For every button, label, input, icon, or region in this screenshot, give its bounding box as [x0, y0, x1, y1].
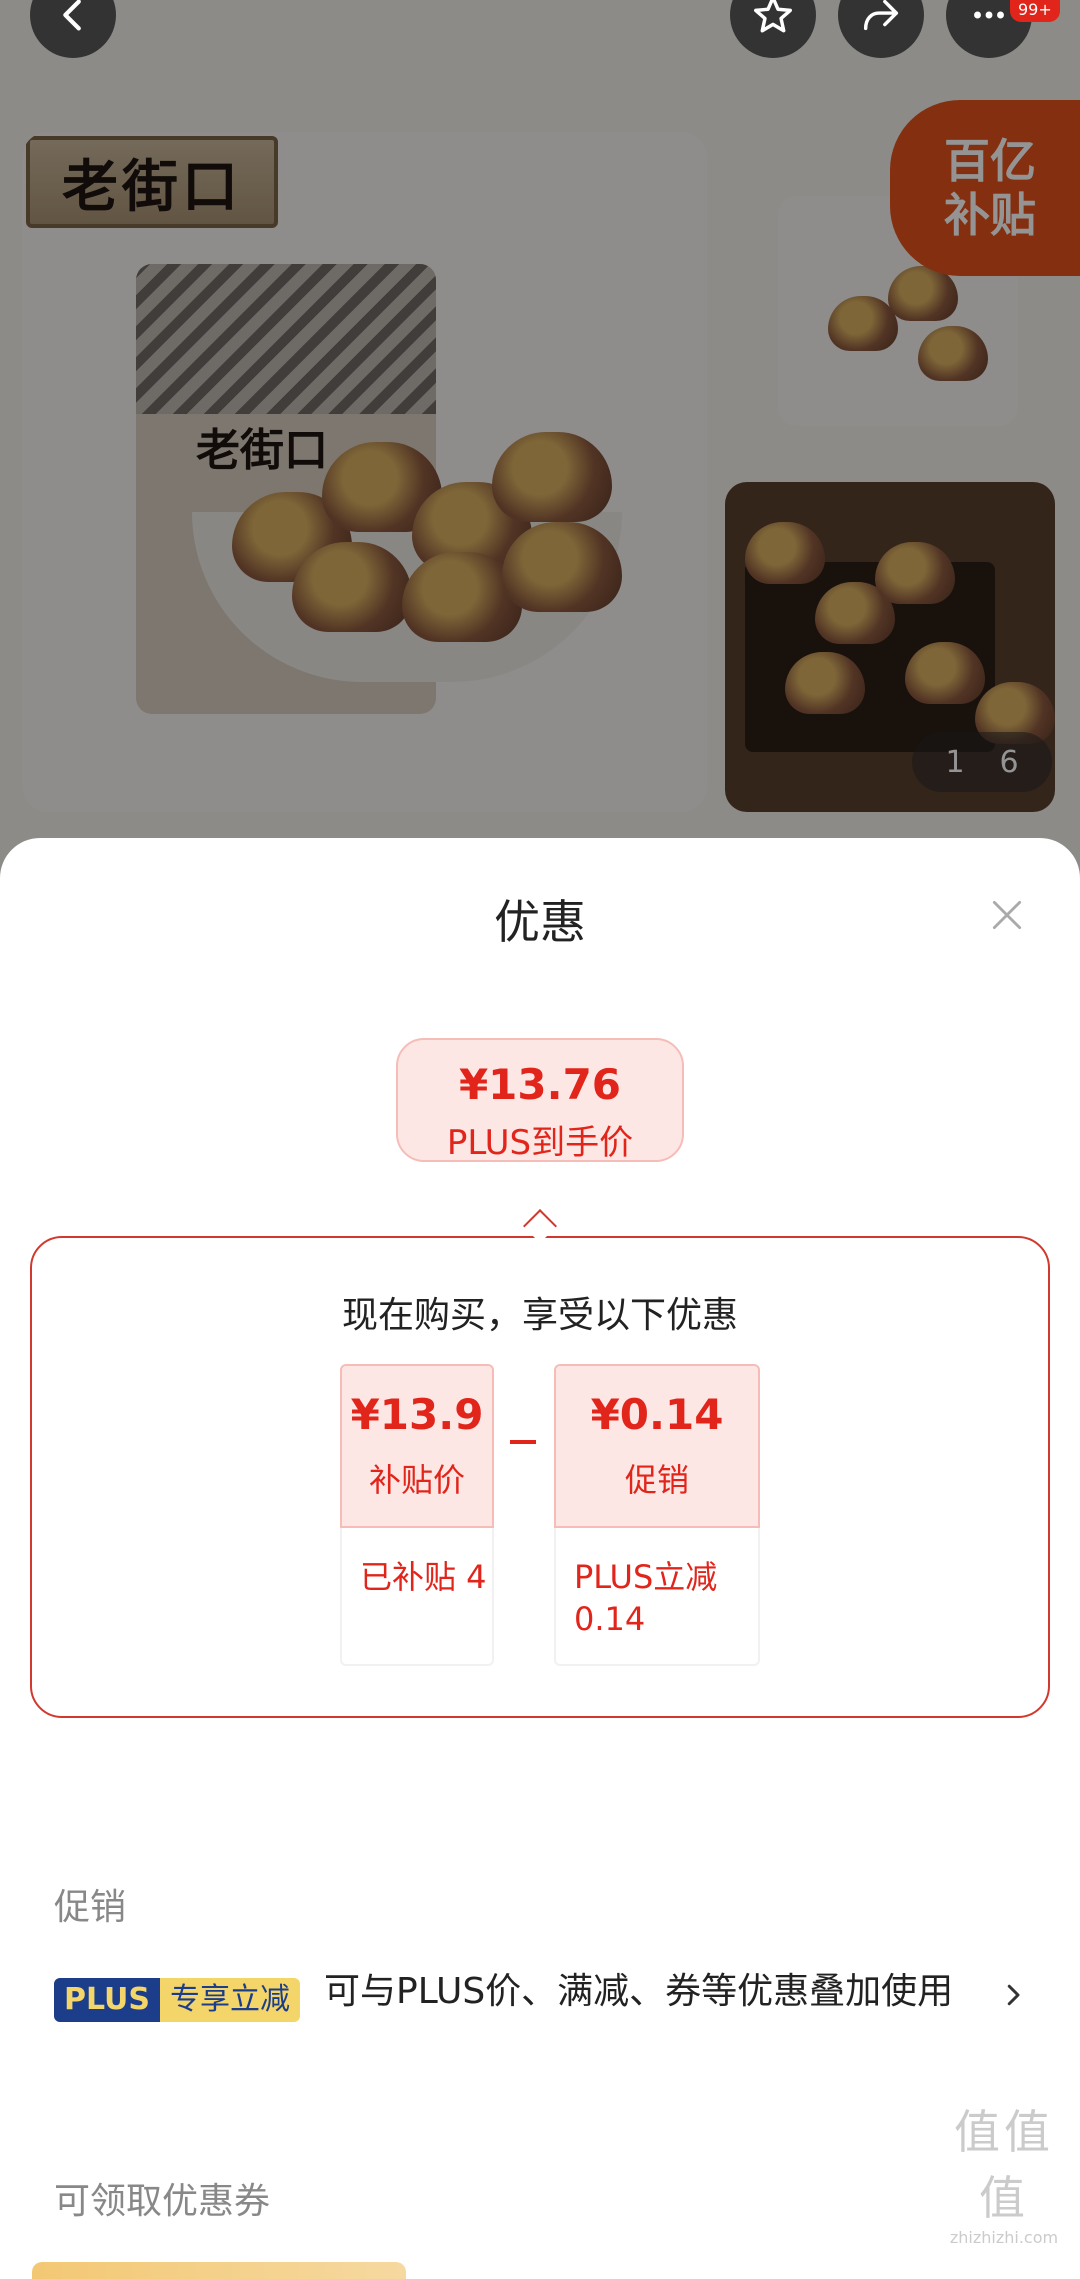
close-button[interactable]: [982, 890, 1032, 940]
final-price-label: PLUS到手价: [446, 1123, 634, 1163]
breakdown-item-promotion: ¥0.14 促销 PLUS立减 0.14: [554, 1364, 760, 1666]
promotions-heading: 促销: [54, 1887, 127, 1928]
promotion-value: ¥0.14: [590, 1390, 724, 1439]
minus-sign: [510, 1440, 536, 1444]
subsidy-price-label: 补贴价: [368, 1461, 465, 1499]
subsidy-price-value: ¥13.9: [350, 1390, 484, 1439]
breakdown-item-subsidy-price: ¥13.9 补贴价 已补贴 4: [340, 1364, 494, 1666]
discount-sheet: 优惠 ¥13.76 PLUS到手价 现在购买，享受以下优惠 ¥13.9 补贴价 …: [0, 838, 1080, 2279]
close-icon: [992, 900, 1022, 930]
coupons-heading: 可领取优惠券: [54, 2181, 271, 2222]
plus-tag-text: PLUS: [54, 1978, 161, 2022]
star-icon: [754, 0, 792, 33]
promotion-text: 可与PLUS价、满减、券等优惠叠加使用: [324, 1971, 954, 2012]
watermark: 值值值 zhizhizhi.com: [934, 2096, 1074, 2247]
sheet-title: 优惠: [494, 895, 586, 949]
plus-tag-label: 专享立减: [160, 1978, 301, 2022]
product-gallery[interactable]: 老街口 老街口 百亿 补贴 1 6 99+: [0, 0, 1080, 880]
watermark-url: zhizhizhi.com: [949, 2228, 1059, 2247]
subsidy-detail: 已补贴 4: [340, 1528, 494, 1666]
final-price-box: ¥13.76 PLUS到手价: [396, 1038, 684, 1163]
promotion-row[interactable]: PLUS 专享立减 可与PLUS价、满减、券等优惠叠加使用: [54, 1966, 1044, 2076]
breakdown-title: 现在购买，享受以下优惠: [341, 1295, 738, 1336]
chevron-right-icon: [1007, 1984, 1020, 2006]
coupon-card[interactable]: [32, 2262, 406, 2279]
share-icon: [863, 0, 899, 31]
back-icon: [63, 0, 81, 31]
more-icon: [974, 11, 1004, 19]
watermark-title: 值值值: [954, 2105, 1054, 2225]
price-breakdown: 现在购买，享受以下优惠 ¥13.9 补贴价 已补贴 4 ¥0.14 促销 PLU…: [30, 1236, 1050, 1718]
promotion-label: 促销: [624, 1461, 689, 1499]
dim-overlay[interactable]: [0, 0, 1080, 880]
final-price-amount: ¥13.76: [458, 1060, 622, 1109]
notification-badge: 99+: [1010, 0, 1060, 22]
plus-exclusive-tag: PLUS 专享立减: [54, 1978, 301, 2022]
promotion-detail: PLUS立减 0.14: [554, 1528, 760, 1666]
